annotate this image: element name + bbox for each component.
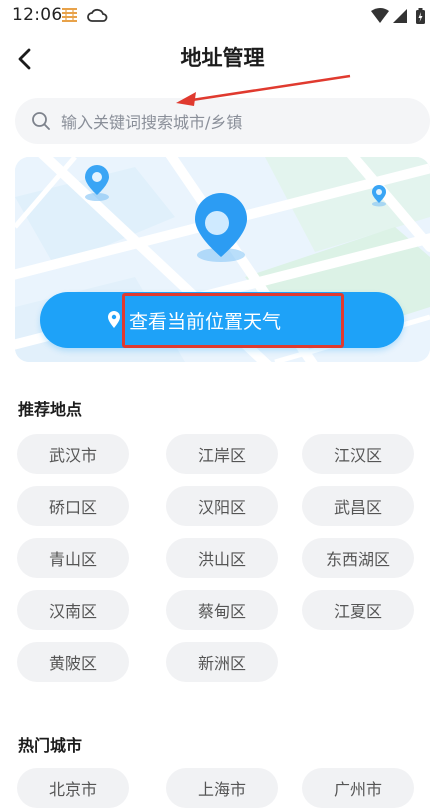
chip-city[interactable]: 上海市 (166, 768, 278, 808)
chip-location[interactable]: 新洲区 (166, 642, 278, 682)
recommended-section-title: 推荐地点 (18, 400, 83, 419)
chip-location[interactable]: 蔡甸区 (166, 590, 278, 630)
search-input[interactable] (59, 98, 413, 146)
location-pin-icon (107, 311, 120, 328)
chip-location[interactable]: 武汉市 (17, 434, 129, 474)
page-title: 地址管理 (180, 46, 265, 70)
chip-location[interactable]: 黄陂区 (17, 642, 129, 682)
chip-location[interactable]: 汉南区 (17, 590, 129, 630)
hot-cities-section-title: 热门城市 (18, 736, 83, 755)
map-pin-small-icon (85, 165, 109, 201)
status-time: 12:06 (12, 5, 63, 25)
status-bar: 12:06 (0, 0, 445, 32)
chip-location[interactable]: 江夏区 (302, 590, 414, 630)
chip-location[interactable]: 武昌区 (302, 486, 414, 526)
search-bar[interactable] (15, 98, 430, 146)
chip-location[interactable]: 硚口区 (17, 486, 129, 526)
signal-icon (393, 9, 407, 23)
notification-grid-icon (62, 8, 77, 22)
wifi-icon (371, 8, 389, 23)
chip-location[interactable]: 青山区 (17, 538, 129, 578)
chip-location[interactable]: 东西湖区 (302, 538, 414, 578)
chip-location[interactable]: 洪山区 (166, 538, 278, 578)
search-icon (32, 112, 50, 130)
weather-cloud-icon (87, 8, 108, 22)
status-icons (371, 8, 425, 24)
battery-icon (416, 8, 425, 24)
locate-button-label: 查看当前位置天气 (128, 310, 281, 333)
map-pin-large-icon (195, 193, 247, 262)
chip-location[interactable]: 江岸区 (166, 434, 278, 474)
chip-location[interactable]: 江汉区 (302, 434, 414, 474)
map-pin-tiny-icon (372, 185, 386, 207)
chip-city[interactable]: 广州市 (302, 768, 414, 808)
chip-city[interactable]: 北京市 (17, 768, 129, 808)
chip-location[interactable]: 汉阳区 (166, 486, 278, 526)
view-current-location-weather-button[interactable]: 查看当前位置天气 (40, 292, 404, 348)
